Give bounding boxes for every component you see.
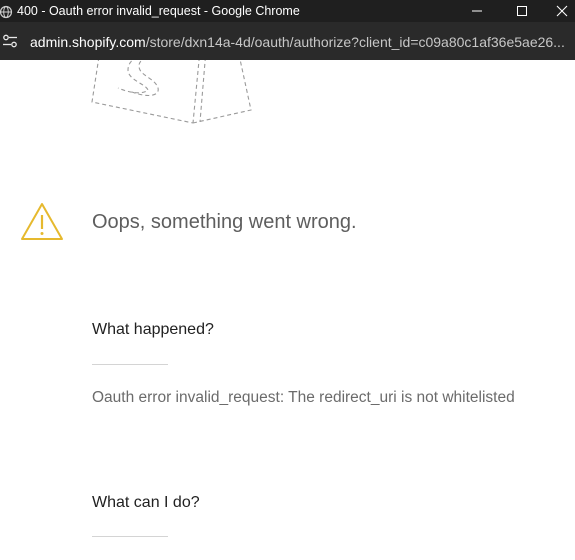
- maximize-icon: [517, 6, 527, 16]
- address-bar: admin.shopify.com/store/dxn14a-4d/oauth/…: [0, 22, 575, 60]
- error-page: Oops, something went wrong. What happene…: [0, 60, 575, 560]
- close-icon: [556, 5, 567, 17]
- warning-triangle-icon: [21, 203, 63, 240]
- url-path: /store/dxn14a-4d/oauth/authorize?client_…: [145, 34, 565, 50]
- section-title-what-can-i-do: What can I do?: [92, 494, 200, 511]
- tune-icon[interactable]: [2, 34, 18, 48]
- window-title: 400 - Oauth error invalid_request - Goog…: [17, 4, 300, 18]
- close-button[interactable]: [548, 0, 575, 22]
- url-field[interactable]: admin.shopify.com/store/dxn14a-4d/oauth/…: [30, 22, 570, 62]
- section-title-what-happened: What happened?: [92, 321, 214, 338]
- error-description: Oauth error invalid_request: The redirec…: [92, 389, 515, 406]
- section-divider: [92, 536, 168, 537]
- minimize-icon: [472, 10, 482, 12]
- shopify-bag-outline-icon: [91, 60, 252, 124]
- window-titlebar: 400 - Oauth error invalid_request - Goog…: [0, 0, 575, 22]
- maximize-button[interactable]: [505, 0, 539, 22]
- section-divider: [92, 364, 168, 365]
- url-host: admin.shopify.com: [30, 34, 146, 50]
- minimize-button[interactable]: [460, 0, 494, 22]
- globe-icon: [0, 4, 14, 19]
- error-heading: Oops, something went wrong.: [92, 211, 357, 233]
